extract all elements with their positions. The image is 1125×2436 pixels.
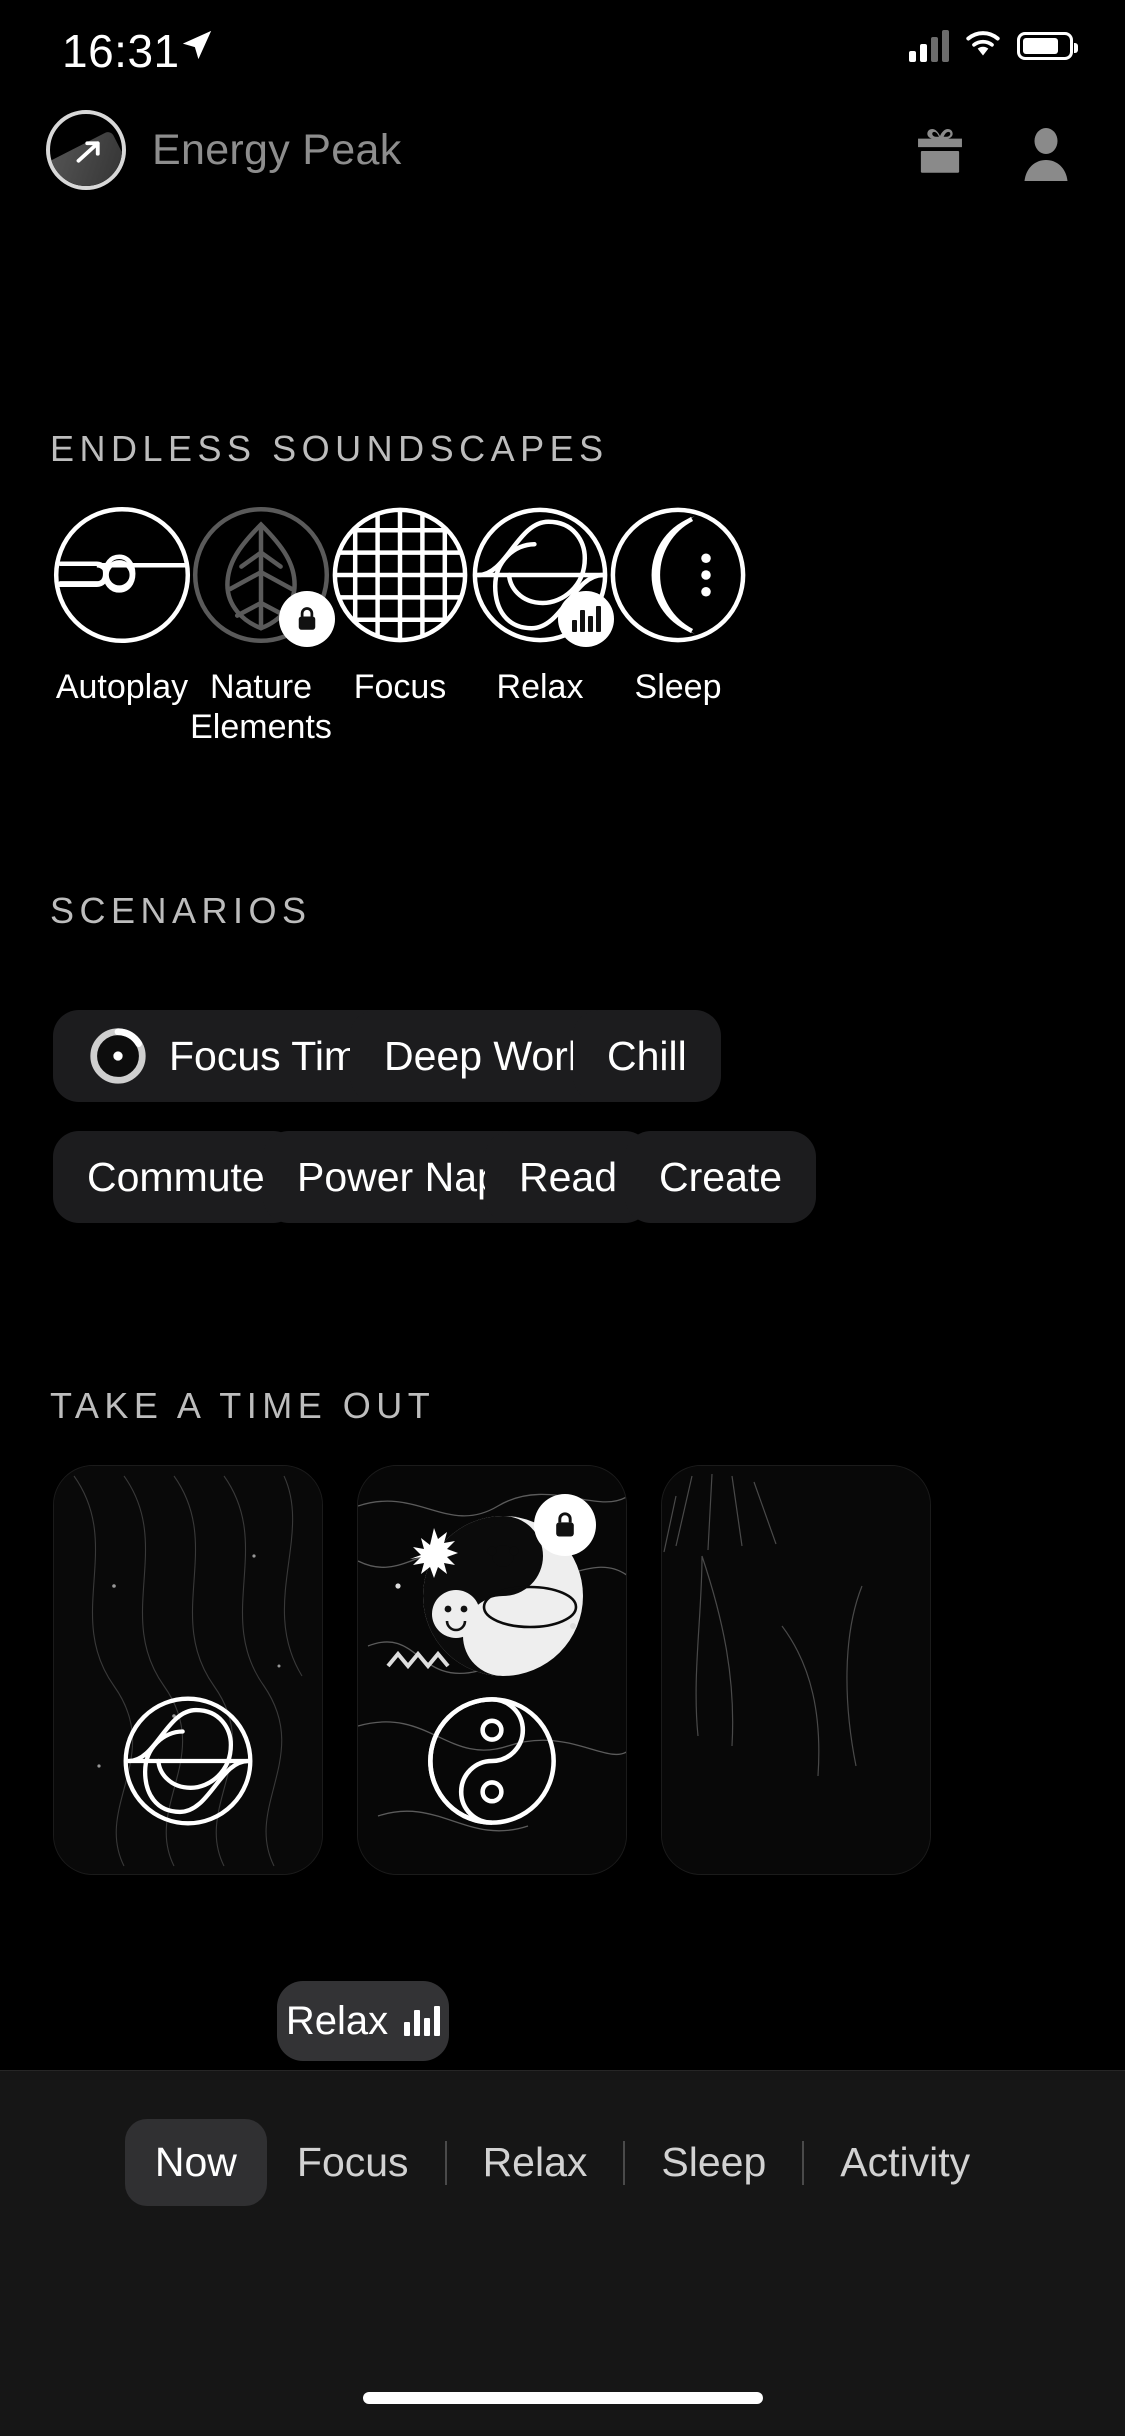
time-out-cards: Relax: [0, 1465, 1125, 1885]
scenario-chip-chill[interactable]: Chill: [573, 1010, 721, 1102]
scenario-label: Chill: [607, 1032, 687, 1079]
battery-icon: [1017, 31, 1078, 60]
gift-icon[interactable]: [907, 118, 973, 184]
time-out-card-ugly-wisdom[interactable]: Ugly Wisdom: [357, 1465, 627, 1875]
tab-separator: [802, 2140, 805, 2185]
trend-up-arrow-icon[interactable]: [46, 110, 126, 190]
time-out-card-relax[interactable]: Relax: [53, 1465, 323, 1875]
tab-now[interactable]: Now: [124, 2119, 267, 2206]
section-title-soundscapes: ENDLESS SOUNDSCAPES: [50, 428, 609, 469]
scenario-label: Deep Work: [384, 1032, 589, 1079]
relax-arc-icon: [123, 1696, 253, 1826]
wifi-icon: [963, 28, 1003, 63]
scenario-chip-commute[interactable]: Commute: [53, 1131, 299, 1223]
status-bar: 16:31: [0, 0, 1125, 100]
scenario-label: Commute: [87, 1153, 265, 1200]
yin-yang-icon: [428, 1697, 556, 1825]
soundscape-label: Sleep: [634, 668, 722, 706]
scenario-label: Read: [519, 1153, 618, 1200]
timer-dial-icon: [87, 1025, 149, 1087]
page-title: Energy Peak: [152, 126, 402, 174]
bottom-tab-bar: Now Focus Relax Sleep Activity: [0, 2070, 1125, 2436]
tab-focus[interactable]: Focus: [267, 2119, 439, 2206]
tab-relax[interactable]: Relax: [453, 2119, 618, 2206]
lock-badge-icon: [534, 1494, 596, 1556]
section-title-time-out: TAKE A TIME OUT: [50, 1385, 436, 1426]
scenario-label: Create: [659, 1153, 783, 1200]
status-time: 16:31: [62, 25, 180, 77]
section-title-scenarios: SCENARIOS: [50, 890, 312, 931]
tab-separator: [623, 2140, 626, 2185]
home-indicator[interactable]: [362, 2392, 763, 2404]
tab-activity[interactable]: Activity: [810, 2119, 1000, 2206]
cellular-signal-icon: [909, 29, 949, 62]
mini-player-title: Relax: [285, 1998, 389, 2043]
tab-sleep[interactable]: Sleep: [631, 2119, 796, 2206]
profile-avatar-icon[interactable]: [1013, 118, 1079, 184]
soundscape-item-sleep[interactable]: Sleep: [578, 505, 778, 707]
crescent-moon-icon: [608, 505, 748, 645]
tab-separator: [444, 2140, 447, 2185]
soundscapes-row: Autoplay Nature Elements Focus Relax Sle…: [0, 505, 1125, 746]
app-header: Energy Peak: [0, 110, 1125, 200]
scenario-label: Power Nap: [297, 1153, 500, 1200]
scenario-chip-create[interactable]: Create: [625, 1131, 817, 1223]
location-arrow-icon: [180, 28, 214, 67]
equalizer-bars-icon: [404, 2006, 441, 2036]
time-out-card-next[interactable]: [661, 1465, 931, 1875]
card-artwork: [662, 1466, 930, 1874]
mini-player-pill[interactable]: Relax: [277, 1981, 449, 2061]
